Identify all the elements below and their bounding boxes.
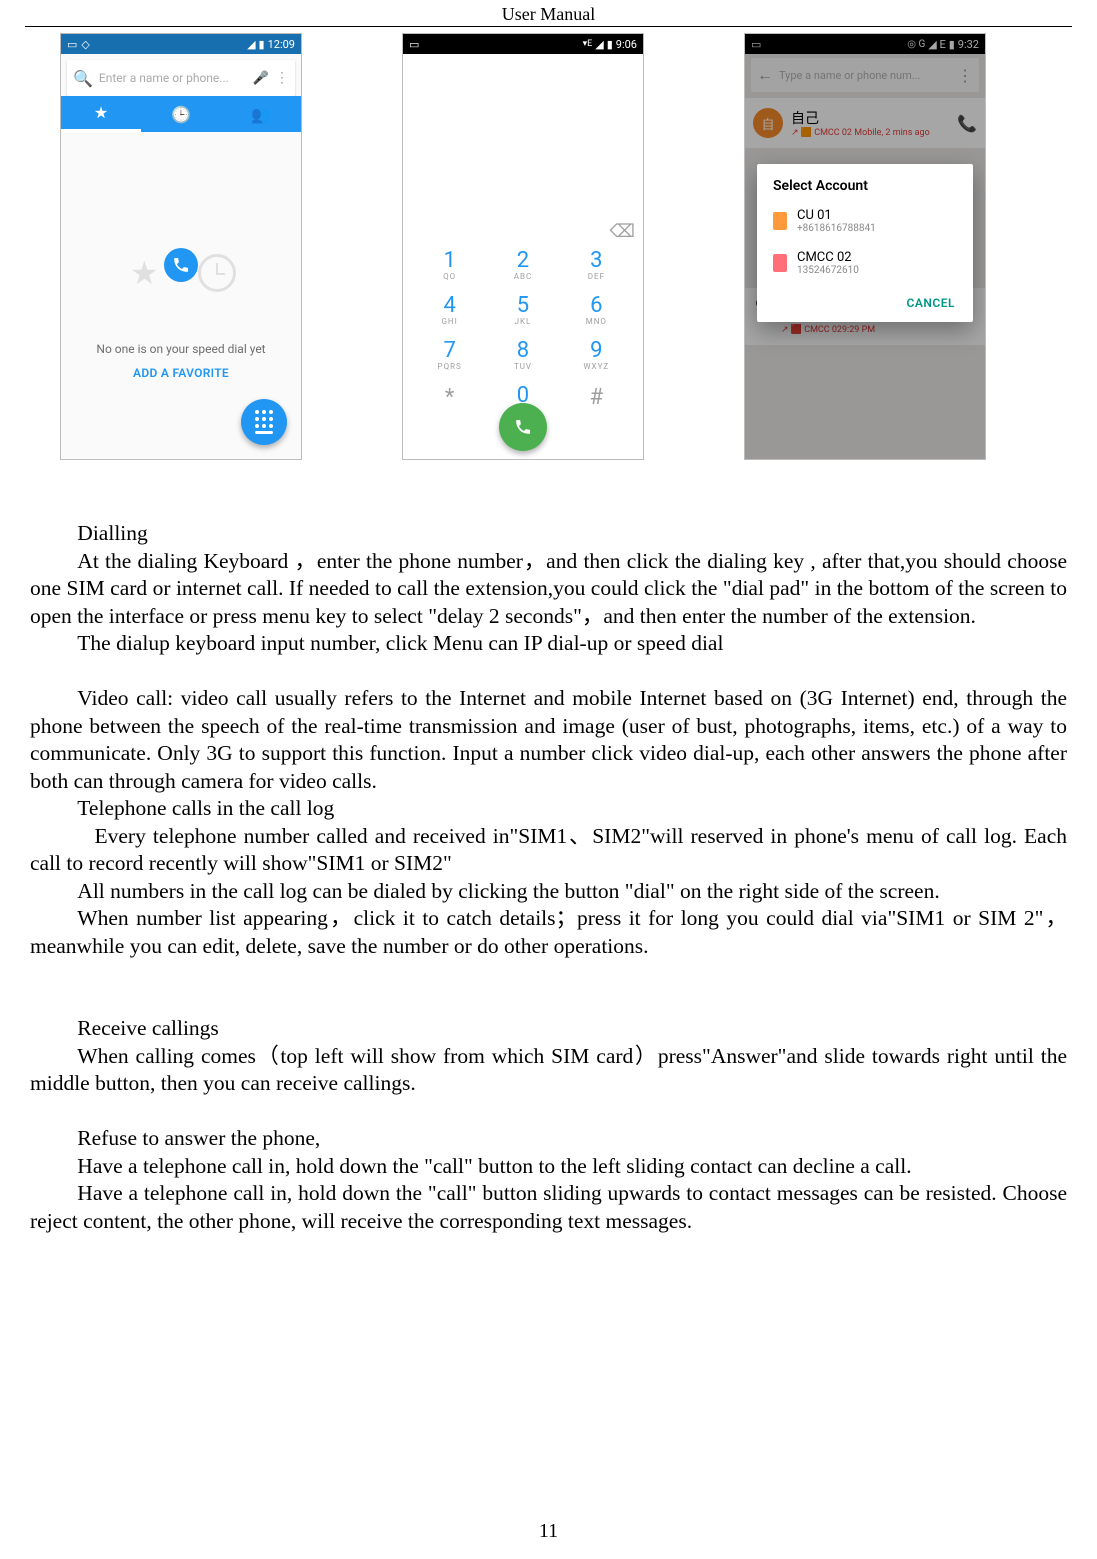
key-7[interactable]: 7PQRS [413, 340, 486, 385]
clock: 12:09 [268, 38, 295, 51]
account-option-cmcc02[interactable]: CMCC 02 13524672610 [757, 242, 973, 284]
screenshots-row: ▭ ◇ ◢ ▮ 12:09 🔍 Enter a name or phone...… [0, 27, 1097, 460]
tab-contacts[interactable]: 👥 [221, 96, 301, 132]
p-receive-title: Receive callings [30, 1015, 1067, 1043]
p-dial-button: All numbers in the call log can be diale… [30, 878, 1067, 906]
account-number: 13524672610 [797, 265, 859, 276]
battery-icon: ▮ [607, 38, 613, 51]
page-number: 11 [0, 1520, 1097, 1543]
screenshot-dialpad: ▭ ▾E ◢ ▮ 9:06 ⌫ 1QO 2ABC 3DEF [402, 33, 644, 460]
call-button[interactable] [499, 403, 547, 451]
people-icon: 👥 [251, 105, 271, 124]
dialpad-icon [255, 410, 273, 434]
dialog-title: Select Account [757, 164, 973, 200]
manual-page: User Manual ▭ ◇ ◢ ▮ 12:09 🔍 Enter a name… [0, 0, 1097, 1559]
clock-icon: 🕒 [171, 105, 191, 124]
number-display: ⌫ [403, 54, 643, 250]
account-number: +8618616788841 [797, 223, 876, 234]
p-dialling-desc: At the dialing Keyboard ，enter the phone… [30, 548, 1067, 631]
p-calllog-desc: Every telephone number called and receiv… [30, 823, 1067, 878]
key-2[interactable]: 2ABC [486, 250, 559, 295]
p-refuse-message: Have a telephone call in, hold down the … [30, 1180, 1067, 1235]
p-refuse-title: Refuse to answer the phone, [30, 1125, 1067, 1153]
cancel-button[interactable]: CANCEL [757, 284, 973, 316]
p-number-list: When number list appearing，click it to c… [30, 905, 1067, 960]
clock: 9:06 [616, 38, 637, 51]
key-3[interactable]: 3DEF [560, 250, 633, 295]
phone-icon [172, 256, 190, 274]
wifi-icon: ◇ [81, 38, 89, 51]
overflow-icon[interactable]: ⋮ [275, 70, 289, 86]
screenshot-select-account: ▭ ◎ G ◢ E ▮ 9:32 ← Type a name or phone … [744, 33, 986, 460]
account-name: CMCC 02 [797, 250, 859, 265]
battery-icon: ▮ [259, 38, 265, 51]
status-bar: ▭ ◇ ◢ ▮ 12:09 [61, 34, 301, 54]
search-icon: 🔍 [73, 69, 93, 88]
backspace-icon[interactable]: ⌫ [610, 221, 635, 242]
dialpad-fab[interactable] [241, 399, 287, 445]
status-bar: ▭ ▾E ◢ ▮ 9:06 [403, 34, 643, 54]
key-1[interactable]: 1QO [413, 250, 486, 295]
p-video-call: Video call: video call usually refers to… [30, 685, 1067, 795]
p-calllog-title: Telephone calls in the call log [30, 795, 1067, 823]
phone-icon [514, 418, 532, 436]
empty-state-text: No one is on your speed dial yet [96, 342, 265, 356]
key-5[interactable]: 5JKL [486, 295, 559, 340]
add-favorite-button[interactable]: ADD A FAVORITE [133, 366, 229, 380]
select-account-dialog: Select Account CU 01 +8618616788841 CMCC… [757, 164, 973, 322]
top-tabs: ★ 🕒 👥 [61, 96, 301, 132]
tab-speed-dial[interactable]: ★ [61, 96, 141, 132]
body-text: Dialling At the dialing Keyboard ，enter … [0, 460, 1097, 1235]
sim-icon [773, 254, 787, 272]
star-icon: ★ [130, 254, 159, 292]
account-name: CU 01 [797, 208, 876, 223]
p-refuse-slide: Have a telephone call in, hold down the … [30, 1153, 1067, 1181]
phone-circle-icon [164, 248, 198, 282]
mic-icon[interactable]: 🎤 [253, 71, 269, 86]
volte-icon: ▾E [583, 39, 593, 49]
key-hash[interactable]: # [560, 385, 633, 430]
signal-icon: ◢ [247, 38, 255, 51]
p-receive-desc: When calling comes（top left will show fr… [30, 1043, 1067, 1098]
screenshot-icon: ▭ [409, 38, 419, 51]
dial-pad: 1QO 2ABC 3DEF 4GHI 5JKL 6MNO 7PQRS 8TUV … [403, 250, 643, 459]
key-4[interactable]: 4GHI [413, 295, 486, 340]
screenshot-icon: ▭ [67, 38, 77, 51]
page-header: User Manual [0, 0, 1097, 25]
search-bar[interactable]: 🔍 Enter a name or phone... 🎤 ⋮ [67, 60, 295, 96]
key-6[interactable]: 6MNO [560, 295, 633, 340]
key-9[interactable]: 9WXYZ [560, 340, 633, 385]
search-placeholder: Enter a name or phone... [99, 71, 247, 85]
clock-outline-icon [198, 254, 236, 292]
empty-state-graphic: ★ [126, 214, 236, 324]
star-icon: ★ [94, 103, 108, 122]
screenshot-speed-dial: ▭ ◇ ◢ ▮ 12:09 🔍 Enter a name or phone...… [60, 33, 302, 460]
signal-icon: ◢ [595, 38, 603, 51]
key-star[interactable]: * [413, 385, 486, 430]
account-option-cu01[interactable]: CU 01 +8618616788841 [757, 200, 973, 242]
key-8[interactable]: 8TUV [486, 340, 559, 385]
tab-recents[interactable]: 🕒 [141, 96, 221, 132]
p-ip-dialup: The dialup keyboard input number, click … [30, 630, 1067, 658]
sim-icon [773, 212, 787, 230]
p-dialling-title: Dialling [30, 520, 1067, 548]
